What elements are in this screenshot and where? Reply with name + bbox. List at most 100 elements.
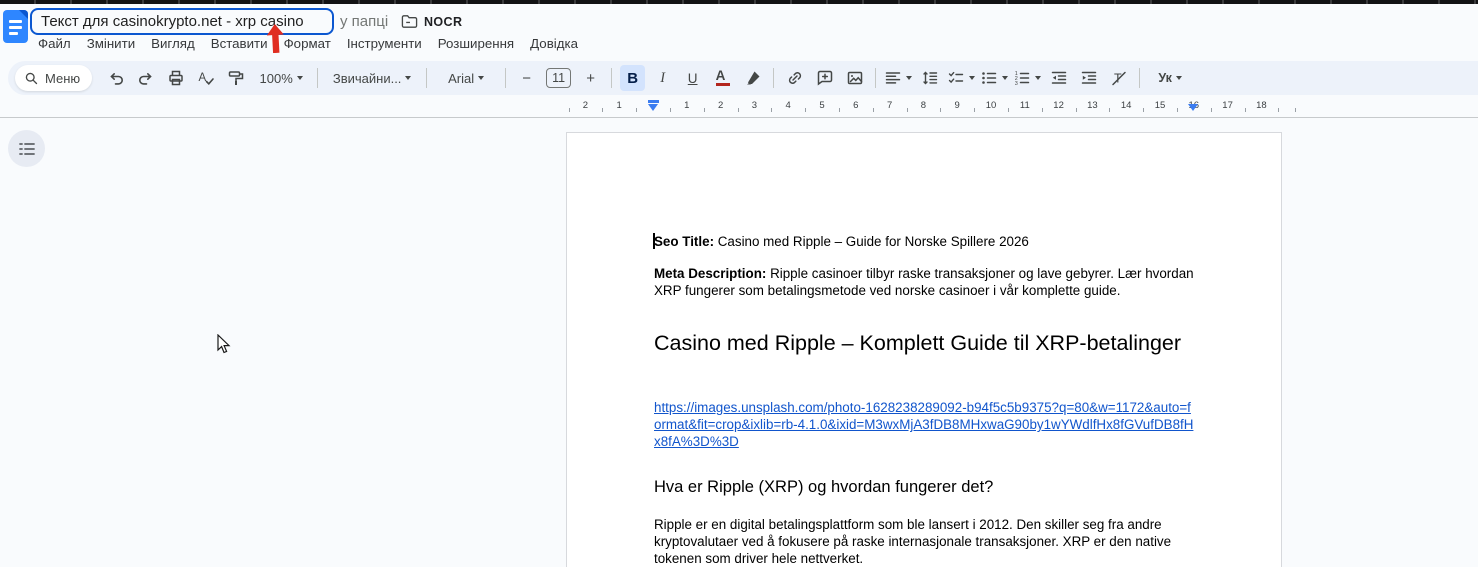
ruler-number: 5 bbox=[819, 100, 824, 111]
document-paragraph[interactable]: Ripple er en digital betalingsplattform … bbox=[654, 516, 1197, 567]
increase-font-size-button[interactable]: + bbox=[578, 65, 603, 91]
zoom-value: 100% bbox=[260, 71, 293, 86]
print-button[interactable] bbox=[163, 65, 188, 91]
ruler-number: 14 bbox=[1121, 100, 1132, 111]
underline-button[interactable]: U bbox=[680, 65, 705, 91]
bold-button[interactable]: B bbox=[620, 65, 645, 91]
browser-edge-strip bbox=[0, 0, 1478, 4]
increase-indent-button[interactable] bbox=[1076, 65, 1101, 91]
search-label: Меню bbox=[45, 71, 80, 86]
document-title-input[interactable] bbox=[30, 8, 334, 35]
spellcheck-icon: A bbox=[197, 69, 215, 87]
search-icon bbox=[24, 71, 39, 86]
ruler-tick bbox=[974, 108, 975, 112]
chevron-down-icon bbox=[297, 76, 303, 80]
show-outline-button[interactable] bbox=[8, 130, 45, 167]
outdent-icon bbox=[1050, 69, 1068, 87]
ruler-tick bbox=[940, 108, 941, 112]
spellcheck-button[interactable]: A bbox=[193, 65, 218, 91]
clear-formatting-icon: T bbox=[1110, 69, 1128, 87]
app-window: у папці NOCR Файл Змінити Вигляд Вставит… bbox=[0, 0, 1478, 567]
text-color-icon: A bbox=[716, 70, 730, 86]
ruler-tick bbox=[1278, 108, 1279, 112]
folder-icon[interactable] bbox=[401, 14, 418, 29]
checklist-select[interactable] bbox=[947, 65, 975, 91]
ruler-tick bbox=[704, 108, 705, 112]
ruler-tick bbox=[839, 108, 840, 112]
menu-tools[interactable]: Інструменти bbox=[339, 36, 430, 51]
ruler-tick bbox=[602, 108, 603, 112]
chevron-down-icon bbox=[1176, 76, 1182, 80]
italic-button[interactable]: I bbox=[650, 65, 675, 91]
red-annotation-arrow-icon bbox=[266, 24, 284, 54]
ruler-number: 15 bbox=[1155, 100, 1166, 111]
insert-link-button[interactable] bbox=[782, 65, 807, 91]
ruler-number: 4 bbox=[786, 100, 791, 111]
menu-format[interactable]: Формат bbox=[276, 36, 339, 51]
document-heading-1[interactable]: Casino med Ripple – Komplett Guide til X… bbox=[654, 327, 1197, 359]
italic-icon: I bbox=[660, 70, 665, 87]
text-color-button[interactable]: A bbox=[710, 65, 735, 91]
underline-icon: U bbox=[688, 71, 698, 86]
line-spacing-button[interactable] bbox=[917, 65, 942, 91]
paragraph-style-value: Звичайни... bbox=[333, 71, 402, 86]
ruler-number: 1 bbox=[684, 100, 689, 111]
unsplash-link[interactable]: https://images.unsplash.com/photo-162823… bbox=[654, 400, 1193, 449]
document-page[interactable]: Seo Title: Casino med Ripple – Guide for… bbox=[566, 132, 1282, 567]
mouse-cursor bbox=[217, 334, 231, 355]
divider bbox=[317, 68, 318, 88]
menu-help[interactable]: Довідка bbox=[522, 36, 586, 51]
ruler-number: 2 bbox=[718, 100, 723, 111]
input-tools-icon: Ук bbox=[1158, 71, 1172, 85]
chevron-down-icon bbox=[405, 76, 411, 80]
folder-name[interactable]: NOCR bbox=[424, 15, 462, 29]
numbered-list-icon: 1 2 3 bbox=[1013, 69, 1031, 87]
line-spacing-icon bbox=[921, 69, 939, 87]
menu-file[interactable]: Файл bbox=[30, 36, 79, 51]
font-size-input[interactable]: 11 bbox=[546, 68, 571, 88]
undo-button[interactable] bbox=[103, 65, 128, 91]
menu-view[interactable]: Вигляд bbox=[143, 36, 203, 51]
comment-plus-icon bbox=[816, 69, 834, 87]
insert-image-button[interactable] bbox=[842, 65, 867, 91]
bulleted-list-select[interactable] bbox=[980, 65, 1008, 91]
divider bbox=[773, 68, 774, 88]
ruler-tick bbox=[1076, 108, 1077, 112]
first-line-indent-marker[interactable] bbox=[648, 100, 659, 103]
meta-description-line[interactable]: Meta Description: Ripple casinoer tilbyr… bbox=[654, 265, 1197, 299]
font-family-select[interactable]: Arial bbox=[435, 65, 497, 91]
right-indent-marker[interactable] bbox=[1188, 104, 1198, 111]
undo-icon bbox=[107, 69, 125, 87]
numbered-list-select[interactable]: 1 2 3 bbox=[1013, 65, 1041, 91]
align-select[interactable] bbox=[884, 65, 912, 91]
zoom-select[interactable]: 100% bbox=[253, 65, 309, 91]
search-menus-button[interactable]: Меню bbox=[15, 65, 92, 91]
chevron-down-icon bbox=[1002, 76, 1008, 80]
ruler-tick bbox=[771, 108, 772, 112]
paint-format-button[interactable] bbox=[223, 65, 248, 91]
ruler-number: 9 bbox=[955, 100, 960, 111]
ruler-number: 12 bbox=[1053, 100, 1064, 111]
seo-title-label: Seo Title: bbox=[654, 234, 714, 249]
input-tools-select[interactable]: Ук bbox=[1148, 65, 1192, 91]
menu-bar: Файл Змінити Вигляд Вставити Формат Інст… bbox=[30, 33, 586, 53]
paint-roller-icon bbox=[227, 69, 245, 87]
ruler-number: 17 bbox=[1222, 100, 1233, 111]
decrease-font-size-button[interactable]: − bbox=[514, 65, 539, 91]
decrease-indent-button[interactable] bbox=[1046, 65, 1071, 91]
paragraph-style-select[interactable]: Звичайни... bbox=[326, 65, 418, 91]
menu-extensions[interactable]: Розширення bbox=[430, 36, 522, 51]
bold-icon: B bbox=[627, 70, 638, 87]
clear-formatting-button[interactable]: T bbox=[1106, 65, 1131, 91]
left-indent-marker[interactable] bbox=[648, 104, 658, 111]
google-docs-logo-icon[interactable] bbox=[3, 10, 28, 43]
seo-title-line[interactable]: Seo Title: Casino med Ripple – Guide for… bbox=[654, 233, 1197, 250]
highlight-color-button[interactable] bbox=[740, 65, 765, 91]
chevron-down-icon bbox=[969, 76, 975, 80]
menu-insert[interactable]: Вставити bbox=[203, 36, 276, 51]
add-comment-button[interactable] bbox=[812, 65, 837, 91]
menu-edit[interactable]: Змінити bbox=[79, 36, 143, 51]
link-icon bbox=[786, 69, 804, 87]
document-heading-2[interactable]: Hva er Ripple (XRP) og hvordan fungerer … bbox=[654, 477, 1197, 498]
redo-button[interactable] bbox=[133, 65, 158, 91]
